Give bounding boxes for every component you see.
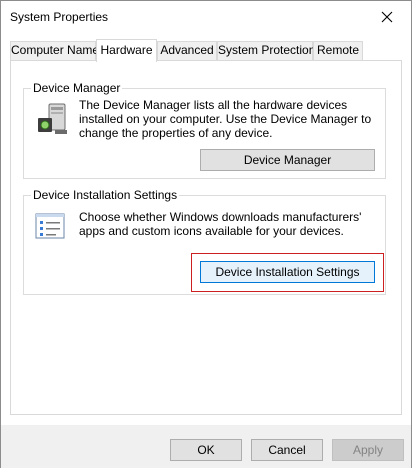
device-installation-legend: Device Installation Settings <box>31 188 180 202</box>
tab-hardware[interactable]: Hardware <box>96 39 157 62</box>
hardware-tab-panel: Device Manager The Device Manager lists … <box>10 60 402 415</box>
tab-remote[interactable]: Remote <box>313 41 363 60</box>
title-bar[interactable]: System Properties <box>1 1 411 35</box>
close-icon <box>381 11 393 23</box>
system-properties-window: System Properties Computer Name Hardware… <box>0 0 412 468</box>
tab-computer-name[interactable]: Computer Name <box>10 41 99 60</box>
apply-button[interactable]: Apply <box>332 439 404 461</box>
checklist-icon <box>35 213 65 239</box>
tab-system-protection[interactable]: System Protection <box>217 41 315 60</box>
window-title: System Properties <box>10 10 109 24</box>
device-manager-description: The Device Manager lists all the hardwar… <box>79 98 372 140</box>
ok-button[interactable]: OK <box>170 439 242 461</box>
device-manager-legend: Device Manager <box>31 81 123 95</box>
tab-strip: Computer Name Hardware Advanced System P… <box>1 39 411 62</box>
device-manager-icon <box>35 102 71 138</box>
dialog-footer: OK Cancel Apply <box>1 425 411 468</box>
tab-advanced[interactable]: Advanced <box>157 41 217 60</box>
device-manager-group: Device Manager The Device Manager lists … <box>23 81 386 179</box>
device-installation-description: Choose whether Windows downloads manufac… <box>79 210 362 238</box>
close-button[interactable] <box>367 3 407 31</box>
cancel-button[interactable]: Cancel <box>251 439 323 461</box>
highlight-annotation <box>191 253 384 292</box>
device-manager-button[interactable]: Device Manager <box>200 149 375 171</box>
